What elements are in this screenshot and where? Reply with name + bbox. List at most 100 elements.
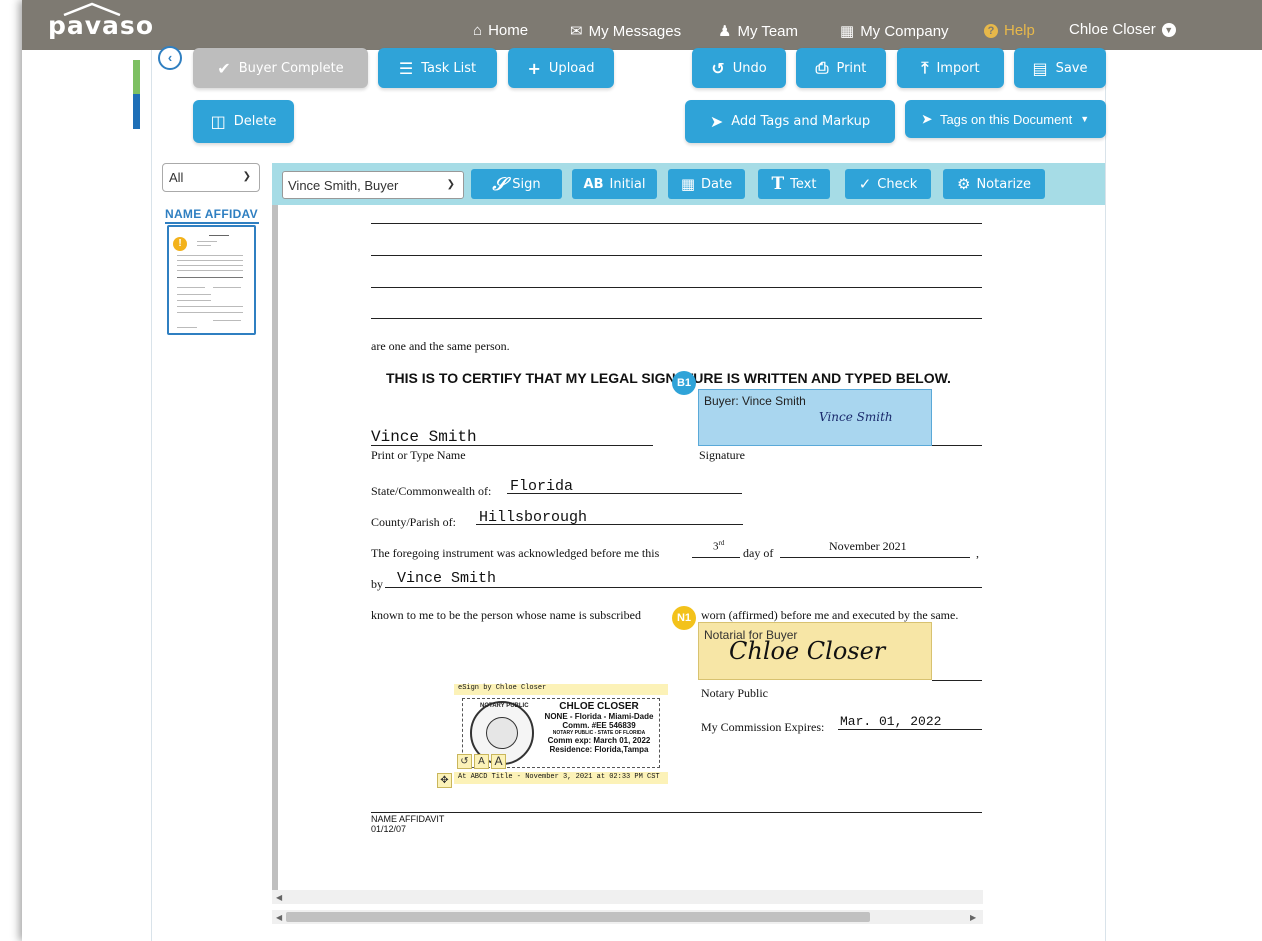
buyer-complete-label: Buyer Complete [238, 60, 344, 76]
scrollbar-thumb[interactable] [286, 912, 870, 922]
stamp-esign-text: eSign by Chloe Closer [458, 684, 547, 692]
known-text: known to me to be the person whose name … [371, 608, 641, 622]
text-tool-label: Text [790, 176, 817, 192]
seal-text: NOTARY PUBLIC [480, 703, 529, 709]
footer-title: NAME AFFIDAVIT [371, 814, 445, 824]
chevron-down-icon: ▼ [1161, 22, 1176, 37]
page-filter-select[interactable]: All ❯ [162, 163, 260, 192]
warning-icon: ! [173, 237, 187, 251]
date-tool-button[interactable]: ▦ Date [668, 169, 745, 199]
text-cursor-icon: T [771, 174, 785, 194]
building-icon: ▦ [840, 23, 855, 40]
page-filter-value: All [169, 170, 184, 185]
user-menu[interactable]: Chloe Closer ▼ [1069, 21, 1176, 38]
date-tool-label: Date [701, 176, 733, 192]
nav-team-label: My Team [737, 22, 799, 40]
undo-icon: ↺ [711, 58, 725, 78]
notary-signature: Chloe Closer [729, 637, 886, 665]
nav-messages[interactable]: ✉ My Messages [570, 22, 682, 41]
font-larger-icon[interactable]: A [491, 754, 506, 769]
content-border-right [1105, 50, 1106, 941]
tags-on-document-dropdown[interactable]: ➤ Tags on this Document ▼ [905, 100, 1106, 138]
stamp-header: eSign by Chloe Closer [454, 684, 668, 695]
blank-line [371, 318, 982, 319]
import-icon: ⤒ [921, 58, 929, 77]
help-icon: ? [984, 23, 998, 38]
tag-icon: ➤ [921, 112, 932, 126]
document-left-gutter [272, 205, 278, 890]
notarial-signature-tag[interactable]: Notarial for Buyer Chloe Closer [698, 622, 932, 680]
font-smaller-icon[interactable]: A [474, 754, 489, 769]
save-label: Save [1055, 60, 1088, 76]
sworn-text: worn (affirmed) before me and executed b… [701, 608, 959, 622]
buyer-signature-tag-label: Buyer: Vince Smith [704, 394, 806, 408]
back-arrow-icon[interactable]: ‹ [158, 46, 182, 70]
nav-team[interactable]: ♟ My Team [718, 22, 799, 41]
stamp-name: CHLOE CLOSER [559, 701, 639, 712]
import-button[interactable]: ⤒ Import [897, 48, 1004, 88]
signer-value: Vince Smith, Buyer [288, 178, 399, 193]
stamp-icon: ⚙ [957, 175, 971, 193]
print-button[interactable]: ⎙ Print [796, 48, 886, 88]
stamp-exp: Comm exp: March 01, 2022 [547, 736, 651, 745]
county-line [476, 524, 743, 525]
commission-value: Mar. 01, 2022 [840, 714, 942, 729]
status-accent-green [133, 60, 140, 94]
signer-select[interactable]: Vince Smith, Buyer ❯ [282, 171, 464, 199]
horizontal-scrollbar-inner[interactable] [272, 890, 983, 904]
text-tool-button[interactable]: T Text [758, 169, 830, 199]
tag-badge-n1[interactable]: N1 [672, 606, 696, 630]
ack-month-line [780, 557, 970, 558]
print-label: Print [836, 60, 867, 76]
comma: , [976, 546, 979, 560]
scroll-right-icon[interactable]: ▶ [970, 913, 976, 922]
ack-day: 3rd [713, 539, 724, 553]
calendar-icon: ▦ [680, 175, 696, 193]
state-label: State/Commonwealth of: [371, 484, 492, 498]
state-line [507, 493, 742, 494]
home-icon: ⌂ [473, 22, 483, 39]
document-thumbnail[interactable]: ! [167, 225, 256, 335]
undo-button[interactable]: ↺ Undo [692, 48, 786, 88]
scroll-left-icon[interactable]: ◀ [276, 893, 282, 902]
notarize-tool-button[interactable]: ⚙ Notarize [943, 169, 1045, 199]
nav-home[interactable]: ⌂ Home [473, 22, 528, 39]
add-tags-button[interactable]: ➤ Add Tags and Markup [685, 100, 895, 143]
user-name: Chloe Closer [1069, 21, 1156, 38]
tag-badge-b1[interactable]: B1 [672, 371, 696, 395]
checkmark-icon: ✓ [858, 175, 872, 193]
footer-date: 01/12/07 [371, 824, 407, 834]
by-value: Vince Smith [397, 570, 497, 587]
pavaso-logo[interactable]: pavaso [48, 11, 154, 40]
document-thumbnail-title[interactable]: NAME AFFIDAV [165, 207, 258, 221]
blank-line [371, 287, 982, 288]
buyer-complete-button[interactable]: ✔ Buyer Complete [193, 48, 368, 88]
typed-name: Vince Smith [371, 428, 477, 446]
save-button[interactable]: ▤ Save [1014, 48, 1106, 88]
add-tags-label: Add Tags and Markup [731, 114, 871, 129]
buyer-signature-tag[interactable]: Buyer: Vince Smith Vince Smith [698, 389, 932, 446]
nav-help[interactable]: ? Help [984, 22, 1035, 39]
content-border-left [151, 50, 152, 941]
blank-line [371, 223, 982, 224]
initial-tool-button[interactable]: AB Initial [572, 169, 657, 199]
certify-heading: THIS IS TO CERTIFY THAT MY LEGAL SIGNATU… [386, 370, 951, 386]
plus-icon: + [527, 58, 541, 78]
upload-button[interactable]: + Upload [508, 48, 614, 88]
check-tool-button[interactable]: ✓ Check [845, 169, 931, 199]
rotate-icon[interactable]: ↺ [457, 754, 472, 769]
stamp-footer-text: At ABCD Title - November 3, 2021 at 02:3… [458, 773, 660, 781]
nav-company[interactable]: ▦ My Company [840, 22, 949, 41]
sign-tool-button[interactable]: 𝒮 Sign [471, 169, 562, 199]
nav-messages-label: My Messages [588, 22, 682, 40]
day-of-label: day of [743, 546, 774, 560]
task-list-button[interactable]: ☰ Task List [378, 48, 497, 88]
tags-on-document-label: Tags on this Document [939, 111, 1073, 127]
commission-label: My Commission Expires: [701, 720, 825, 734]
print-name-label: Print or Type Name [371, 448, 466, 462]
delete-button[interactable]: ◫ Delete [193, 100, 294, 143]
move-icon[interactable]: ✥ [437, 773, 452, 788]
stamp-residence: Residence: Florida,Tampa [549, 745, 649, 754]
scroll-left-icon[interactable]: ◀ [276, 913, 282, 922]
blank-line [371, 255, 982, 256]
